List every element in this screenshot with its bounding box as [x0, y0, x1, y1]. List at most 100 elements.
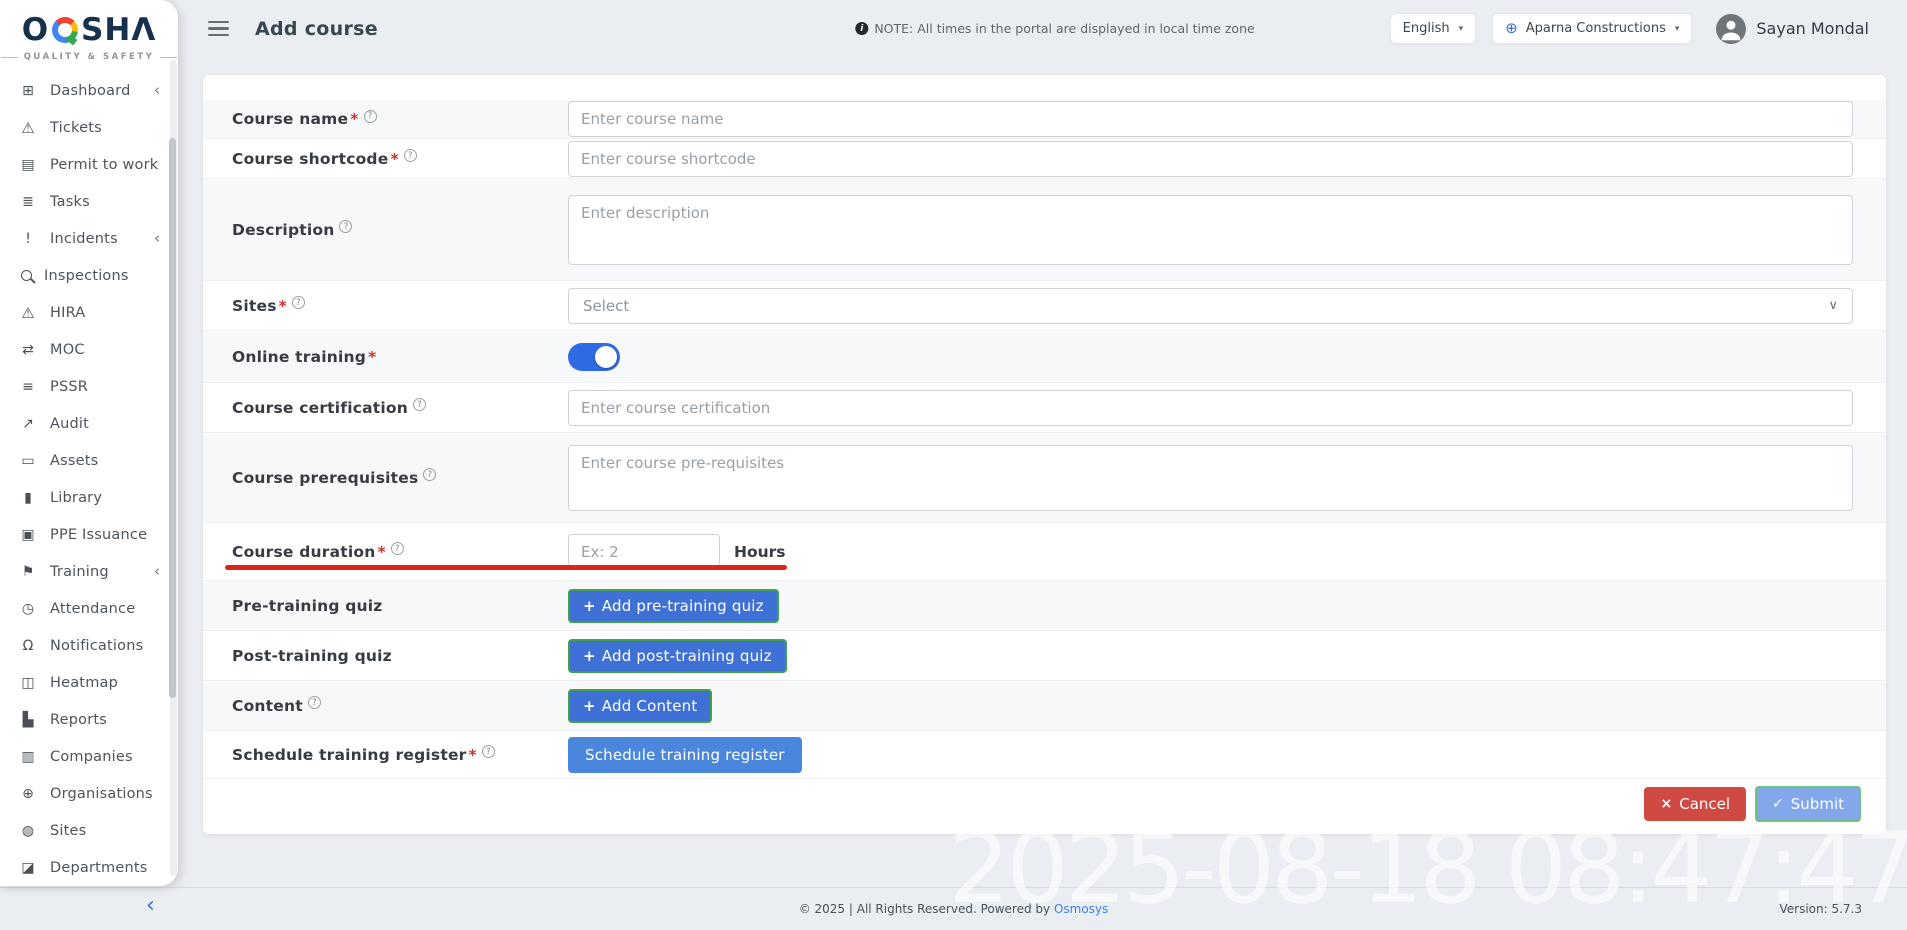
brand-logo: O SHΛ QUALITY & SAFETY [0, 0, 178, 62]
online-training-toggle[interactable] [568, 343, 620, 371]
sidebar-scrollbar-track[interactable] [170, 60, 177, 876]
add-pre-training-quiz-button[interactable]: +Add pre-training quiz [568, 589, 779, 623]
sidebar-item-assets[interactable]: ▭Assets [0, 442, 170, 479]
sidebar-item-audit[interactable]: ↗Audit [0, 405, 170, 442]
chevron-down-icon: ▾ [1675, 24, 1680, 34]
header-right: English ▾ ⊕ Aparna Constructions ▾ Sayan… [1390, 13, 1869, 44]
help-icon[interactable]: ? [482, 745, 495, 758]
online-training-label: Online training* [232, 348, 376, 366]
schedule-training-register-label: Schedule training register* [232, 746, 477, 764]
sidebar-item-permit-to-work[interactable]: ▤Permit to work [0, 146, 170, 183]
help-icon[interactable]: ? [391, 542, 404, 555]
user-menu[interactable]: Sayan Mondal [1716, 14, 1869, 44]
info-icon: i [855, 22, 868, 35]
sidebar-item-ppe-issuance[interactable]: ▣PPE Issuance [0, 516, 170, 553]
form-row-course-certification: Course certification? [203, 382, 1886, 432]
online-training-control-cell [568, 343, 1886, 371]
sidebar-item-departments[interactable]: ◪Departments [0, 849, 170, 886]
dashboard-icon: ⊞ [18, 83, 38, 99]
sidebar-item-label: Permit to work [50, 157, 158, 173]
sidebar-scrollbar-thumb[interactable] [169, 138, 176, 698]
form-row-content: Content?+Add Content [203, 680, 1886, 730]
powered-by-link[interactable]: Osmosys [1054, 902, 1108, 916]
course-name-input[interactable] [568, 101, 1853, 137]
sites-label: Sites* [232, 297, 287, 315]
assets-icon: ▭ [18, 453, 38, 469]
field-label-cell: Post-training quiz [203, 646, 568, 665]
sidebar-item-attendance[interactable]: ◷Attendance [0, 590, 170, 627]
timezone-note: i NOTE: All times in the portal are disp… [855, 21, 1254, 36]
sidebar-item-training[interactable]: ⚑Training‹ [0, 553, 170, 590]
add-course-card: Course name*?Course shortcode*?Descripti… [203, 75, 1886, 834]
sidebar-item-heatmap[interactable]: ◫Heatmap [0, 664, 170, 701]
sites-select[interactable]: Select∨ [568, 288, 1853, 324]
course-certification-input[interactable] [568, 390, 1853, 426]
tagline-line [160, 57, 177, 58]
sidebar-item-tasks[interactable]: ≣Tasks [0, 183, 170, 220]
required-asterisk: * [350, 110, 358, 128]
form-row-course-duration: Course duration*?Hours [203, 522, 1886, 580]
help-icon[interactable]: ? [413, 398, 426, 411]
description-control-cell [568, 195, 1886, 265]
add-post-training-quiz-button[interactable]: +Add post-training quiz [568, 639, 787, 673]
sidebar-item-companies[interactable]: ▥Companies [0, 738, 170, 775]
cancel-button[interactable]: × Cancel [1644, 787, 1746, 821]
plus-icon: + [583, 597, 596, 615]
sidebar-item-dashboard[interactable]: ⊞Dashboard‹ [0, 72, 170, 109]
help-icon[interactable]: ? [404, 149, 417, 162]
sidebar-item-sites[interactable]: ◍Sites [0, 812, 170, 849]
required-asterisk: * [368, 348, 376, 366]
sidebar-item-notifications[interactable]: ΩNotifications [0, 627, 170, 664]
sidebar-item-label: Tasks [50, 194, 90, 210]
sidebar-item-inspections[interactable]: Inspections [0, 257, 170, 294]
add-content-button[interactable]: +Add Content [568, 689, 712, 723]
sidebar-item-incidents[interactable]: !Incidents‹ [0, 220, 170, 257]
organisation-label: Aparna Constructions [1526, 21, 1666, 36]
post-training-quiz-label: Post-training quiz [232, 647, 392, 665]
help-icon[interactable]: ? [339, 220, 352, 233]
sidebar-item-tickets[interactable]: ⚠Tickets [0, 109, 170, 146]
sidebar-item-library[interactable]: ▮Library [0, 479, 170, 516]
course-prerequisites-textarea[interactable] [568, 445, 1853, 511]
notifications-icon: Ω [18, 638, 38, 654]
pre-training-quiz-label: Pre-training quiz [232, 597, 383, 615]
button-label: Add Content [602, 697, 698, 715]
chevron-left-icon: ‹ [154, 564, 160, 579]
help-icon[interactable]: ? [423, 468, 436, 481]
user-name: Sayan Mondal [1756, 19, 1869, 38]
tickets-icon: ⚠ [18, 119, 38, 137]
course-name-control-cell [568, 101, 1886, 137]
submit-button[interactable]: ✓ Submit [1755, 786, 1861, 822]
heatmap-icon: ◫ [18, 675, 38, 691]
sidebar-item-hira[interactable]: ⚠HIRA [0, 294, 170, 331]
course-shortcode-label: Course shortcode* [232, 150, 399, 168]
logo-letter: O [22, 12, 49, 48]
button-label: Schedule training register [585, 746, 785, 764]
help-icon[interactable]: ? [364, 110, 377, 123]
sidebar-item-label: Companies [50, 749, 133, 765]
brand-tagline: QUALITY & SAFETY [24, 52, 155, 62]
sidebar-item-moc[interactable]: ⇄MOC [0, 331, 170, 368]
organisation-dropdown[interactable]: ⊕ Aparna Constructions ▾ [1492, 13, 1692, 44]
sidebar-item-pssr[interactable]: ≡PSSR [0, 368, 170, 405]
page-title: Add course [255, 18, 378, 40]
description-label: Description [232, 221, 334, 239]
hamburger-menu-icon[interactable] [208, 21, 229, 36]
description-textarea[interactable] [568, 195, 1853, 265]
schedule-training-register-button[interactable]: Schedule training register [568, 737, 802, 773]
form-row-online-training: Online training* [203, 330, 1886, 382]
chevron-down-icon: ∨ [1828, 298, 1838, 313]
sidebar-item-reports[interactable]: ▙Reports [0, 701, 170, 738]
sidebar-nav: ⊞Dashboard‹⚠Tickets▤Permit to work≣Tasks… [0, 72, 170, 886]
form-row-description: Description? [203, 178, 1886, 280]
sidebar-item-label: HIRA [50, 305, 85, 321]
help-icon[interactable]: ? [292, 296, 305, 309]
footer: © 2025 | All Rights Reserved. Powered by… [0, 887, 1907, 930]
help-icon[interactable]: ? [308, 696, 321, 709]
sidebar-item-organisations[interactable]: ⊕Organisations [0, 775, 170, 812]
footer-copyright: © 2025 | All Rights Reserved. Powered by… [799, 902, 1109, 916]
language-dropdown[interactable]: English ▾ [1390, 13, 1476, 44]
course-shortcode-input[interactable] [568, 141, 1853, 177]
sidebar-collapse-button[interactable]: ‹ [146, 895, 155, 917]
chevron-left-icon: ‹ [154, 83, 160, 98]
